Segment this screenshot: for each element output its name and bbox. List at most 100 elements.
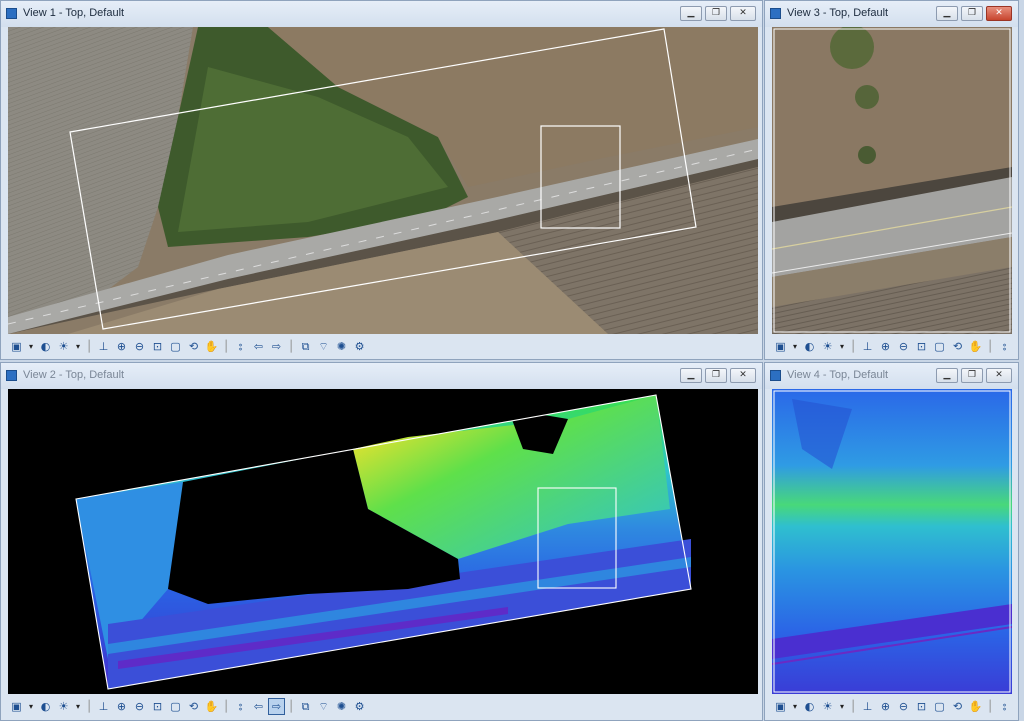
zoom-out-icon[interactable]: ⊖ [896, 699, 911, 714]
clip-volume-icon[interactable]: ⊥ [96, 339, 111, 354]
view-previous-icon[interactable]: ⇦ [251, 339, 266, 354]
display-style-icon[interactable]: ◐ [802, 699, 817, 714]
tools-icon[interactable]: ⚙ [352, 339, 367, 354]
view-4-window[interactable]: View 4 - Top, Default ▁ ❐ ✕ ▣ ▾ ◐ ☀ ▾ │ … [764, 362, 1019, 721]
view-2-title: View 2 - Top, Default [23, 369, 125, 381]
view-previous-icon[interactable]: ⇦ [251, 699, 266, 714]
zoom-out-icon[interactable]: ⊖ [132, 699, 147, 714]
view-2-titlebar[interactable]: View 2 - Top, Default ▁ ❐ ✕ [1, 363, 762, 389]
display-style-icon[interactable]: ◐ [38, 339, 53, 354]
camera-icon[interactable]: ⌔ [316, 699, 331, 714]
tools-icon[interactable]: ⚙ [352, 699, 367, 714]
toolbar-separator: │ [986, 699, 994, 713]
toolbar-separator: │ [222, 339, 230, 353]
view-4-viewport[interactable] [772, 389, 1012, 694]
rotate-view-icon[interactable]: ⟲ [186, 699, 201, 714]
copy-view-icon[interactable]: ⧉ [298, 699, 313, 714]
view-4-toolbar: ▣ ▾ ◐ ☀ ▾ │ ⊥ ⊕ ⊖ ⊡ ▢ ⟲ ✋ │ ⦂ [769, 696, 1012, 716]
minimize-button[interactable]: ▁ [936, 368, 958, 383]
lighting-icon[interactable]: ☀ [56, 699, 71, 714]
zoom-out-icon[interactable]: ⊖ [896, 339, 911, 354]
clip-volume-icon[interactable]: ⊥ [860, 339, 875, 354]
window-area-icon[interactable]: ⊡ [914, 339, 929, 354]
minimize-button[interactable]: ▁ [680, 368, 702, 383]
view-1-toolbar: ▣ ▾ ◐ ☀ ▾ │ ⊥ ⊕ ⊖ ⊡ ▢ ⟲ ✋ │ ⦂ ⇦ ⇨ │ ⧉ ⌔ ✺ ⚙ [5, 336, 367, 356]
zoom-out-icon[interactable]: ⊖ [132, 339, 147, 354]
view-2-viewport[interactable] [8, 389, 758, 694]
camera-icon[interactable]: ⌔ [316, 339, 331, 354]
close-button[interactable]: ✕ [986, 6, 1012, 21]
close-button[interactable]: ✕ [986, 368, 1012, 383]
view-attributes-icon[interactable]: ▣ [773, 339, 788, 354]
view-next-icon[interactable]: ⇨ [268, 697, 285, 715]
walk-icon[interactable]: ⦂ [233, 339, 248, 354]
fit-view-icon[interactable]: ▢ [168, 339, 183, 354]
toolbar-separator: │ [287, 339, 295, 353]
fit-view-icon[interactable]: ▢ [168, 699, 183, 714]
view-3-titlebar[interactable]: View 3 - Top, Default ▁ ❐ ✕ [765, 1, 1018, 27]
walk-icon[interactable]: ⦂ [997, 699, 1012, 714]
walk-icon[interactable]: ⦂ [233, 699, 248, 714]
lighting-icon[interactable]: ☀ [56, 339, 71, 354]
view-next-icon[interactable]: ⇨ [269, 339, 284, 354]
view-attributes-icon[interactable]: ▣ [773, 699, 788, 714]
dropdown-arrow-icon[interactable]: ▾ [27, 339, 35, 354]
rotate-view-icon[interactable]: ⟲ [950, 339, 965, 354]
close-button[interactable]: ✕ [730, 6, 756, 21]
view-1-viewport[interactable] [8, 27, 758, 334]
zoom-in-icon[interactable]: ⊕ [114, 339, 129, 354]
rotate-view-icon[interactable]: ⟲ [950, 699, 965, 714]
lighting-icon[interactable]: ☀ [820, 699, 835, 714]
view-1-window[interactable]: View 1 - Top, Default ▁ ❐ ✕ ▣ ▾ ◐ ☀ ▾ │ … [0, 0, 763, 360]
render-icon[interactable]: ✺ [334, 339, 349, 354]
window-area-icon[interactable]: ⊡ [150, 339, 165, 354]
dropdown-arrow-icon[interactable]: ▾ [791, 699, 799, 714]
display-style-icon[interactable]: ◐ [802, 339, 817, 354]
zoom-in-icon[interactable]: ⊕ [878, 699, 893, 714]
view-window-icon [770, 8, 781, 19]
walk-icon[interactable]: ⦂ [997, 339, 1012, 354]
toolbar-separator: │ [849, 339, 857, 353]
restore-button[interactable]: ❐ [961, 6, 983, 21]
dropdown-arrow-icon[interactable]: ▾ [27, 699, 35, 714]
clip-volume-icon[interactable]: ⊥ [96, 699, 111, 714]
view-1-titlebar[interactable]: View 1 - Top, Default ▁ ❐ ✕ [1, 1, 762, 27]
toolbar-separator: │ [222, 699, 230, 713]
dropdown-arrow-icon[interactable]: ▾ [791, 339, 799, 354]
restore-button[interactable]: ❐ [705, 368, 727, 383]
view-3-viewport[interactable] [772, 27, 1012, 334]
minimize-button[interactable]: ▁ [936, 6, 958, 21]
lighting-icon[interactable]: ☀ [820, 339, 835, 354]
window-area-icon[interactable]: ⊡ [150, 699, 165, 714]
pan-view-icon[interactable]: ✋ [968, 699, 983, 714]
view-2-window[interactable]: View 2 - Top, Default ▁ ❐ ✕ ▣ ▾ ◐ ☀ ▾ │ … [0, 362, 763, 721]
clip-volume-icon[interactable]: ⊥ [860, 699, 875, 714]
restore-button[interactable]: ❐ [705, 6, 727, 21]
view-attributes-icon[interactable]: ▣ [9, 699, 24, 714]
view-3-title: View 3 - Top, Default [787, 7, 889, 19]
pan-view-icon[interactable]: ✋ [204, 339, 219, 354]
fit-view-icon[interactable]: ▢ [932, 699, 947, 714]
view-attributes-icon[interactable]: ▣ [9, 339, 24, 354]
view-1-title: View 1 - Top, Default [23, 7, 125, 19]
zoom-in-icon[interactable]: ⊕ [114, 699, 129, 714]
dropdown-arrow-icon[interactable]: ▾ [74, 699, 82, 714]
rotate-view-icon[interactable]: ⟲ [186, 339, 201, 354]
pan-view-icon[interactable]: ✋ [204, 699, 219, 714]
minimize-button[interactable]: ▁ [680, 6, 702, 21]
view-4-titlebar[interactable]: View 4 - Top, Default ▁ ❐ ✕ [765, 363, 1018, 389]
dropdown-arrow-icon[interactable]: ▾ [838, 339, 846, 354]
copy-view-icon[interactable]: ⧉ [298, 339, 313, 354]
orthophoto-image [8, 27, 758, 334]
render-icon[interactable]: ✺ [334, 699, 349, 714]
zoom-in-icon[interactable]: ⊕ [878, 339, 893, 354]
fit-view-icon[interactable]: ▢ [932, 339, 947, 354]
dropdown-arrow-icon[interactable]: ▾ [838, 699, 846, 714]
window-area-icon[interactable]: ⊡ [914, 699, 929, 714]
dropdown-arrow-icon[interactable]: ▾ [74, 339, 82, 354]
pan-view-icon[interactable]: ✋ [968, 339, 983, 354]
close-button[interactable]: ✕ [730, 368, 756, 383]
display-style-icon[interactable]: ◐ [38, 699, 53, 714]
view-3-window[interactable]: View 3 - Top, Default ▁ ❐ ✕ ▣ ▾ ◐ ☀ ▾ │ … [764, 0, 1019, 360]
restore-button[interactable]: ❐ [961, 368, 983, 383]
